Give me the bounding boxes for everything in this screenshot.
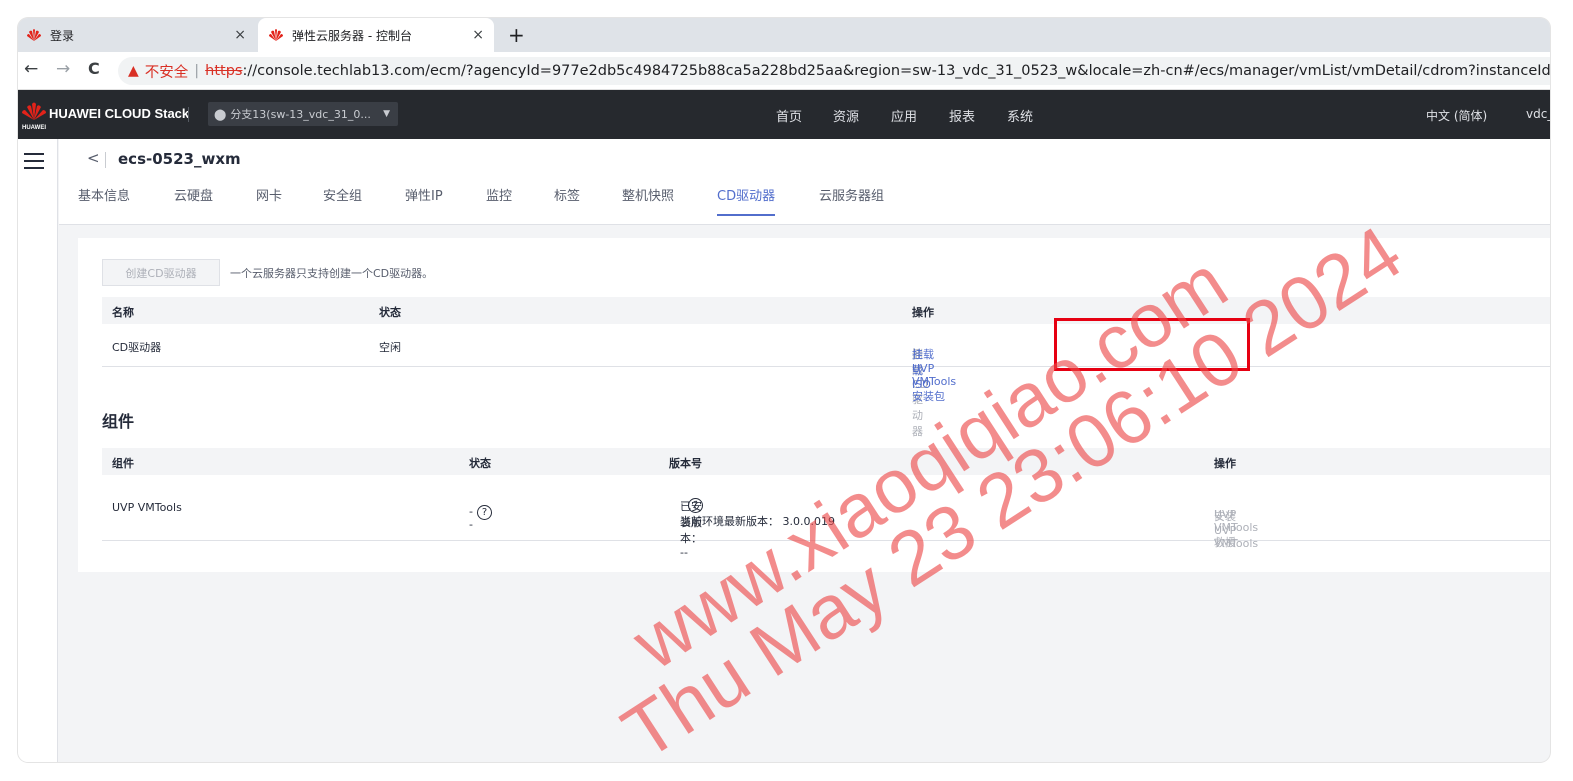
- nav-item-apps[interactable]: 应用: [891, 106, 917, 125]
- tab-eip[interactable]: 弹性IP: [405, 185, 443, 214]
- tab-security-group[interactable]: 安全组: [323, 185, 362, 214]
- back-arrow-icon[interactable]: ←: [24, 59, 38, 79]
- nav-item-resources[interactable]: 资源: [833, 106, 859, 125]
- menu-icon[interactable]: [24, 153, 44, 174]
- security-label[interactable]: 不安全: [145, 61, 189, 82]
- tab-tags[interactable]: 标签: [554, 185, 580, 214]
- back-icon[interactable]: <: [87, 149, 100, 167]
- huawei-logo-icon: HUAWEI: [22, 102, 46, 131]
- help-icon[interactable]: ?: [477, 505, 492, 520]
- new-tab-button[interactable]: +: [508, 23, 525, 47]
- cd-table-header: 名称 状态 操作: [102, 297, 1550, 324]
- column-header: 状态: [469, 457, 491, 470]
- title-divider: [105, 152, 106, 168]
- table-row: UVP VMTools -- ? 已安装版本： -- ? 当前环境最新版本： 3…: [102, 475, 1550, 559]
- huawei-logo-icon: [27, 29, 41, 41]
- column-header: 操作: [912, 306, 934, 319]
- url-text: ://console.techlab13.com/ecm/?agencyId=9…: [242, 63, 1551, 79]
- user-menu[interactable]: vdc_: [1526, 107, 1550, 121]
- tab-nic[interactable]: 网卡: [256, 185, 282, 214]
- address-bar: ← → C ▲ 不安全 | https ://console.techlab13…: [18, 52, 1550, 90]
- column-header: 名称: [112, 306, 134, 319]
- huawei-logo-icon: [269, 29, 283, 41]
- components-section-title: 组件: [102, 412, 135, 431]
- component-name: UVP VMTools: [112, 501, 182, 514]
- tab-evs-disk[interactable]: 云硬盘: [174, 185, 213, 214]
- nav-item-system[interactable]: 系统: [1007, 106, 1033, 125]
- language-selector[interactable]: 中文 (简体): [1426, 107, 1487, 124]
- reload-icon[interactable]: C: [88, 59, 100, 78]
- latest-version: 当前环境最新版本： 3.0.0.019: [680, 515, 835, 528]
- uvp-vmtools-rescue-link[interactable]: UVP VMTools救援: [1214, 508, 1258, 550]
- tab-basic-info[interactable]: 基本信息: [78, 185, 130, 214]
- forward-arrow-icon[interactable]: →: [56, 59, 70, 79]
- close-icon[interactable]: ×: [472, 27, 484, 43]
- column-header: 组件: [112, 457, 134, 470]
- logo-text: HUAWEI: [22, 125, 46, 131]
- column-header: 操作: [1214, 457, 1236, 470]
- header-divider: [188, 107, 189, 122]
- create-hint-text: 一个云服务器只支持创建一个CD驱动器。: [230, 267, 434, 280]
- brand-name[interactable]: HUAWEI CLOUD Stack: [49, 106, 189, 121]
- warning-icon: ▲: [128, 63, 139, 79]
- region-label: 分支13(sw-13_vdc_31_0...: [230, 108, 371, 121]
- region-selector[interactable]: ⬤ 分支13(sw-13_vdc_31_0... ▼: [208, 102, 398, 126]
- browser-tab-strip: 登录 × 弹性云服务器 - 控制台 × +: [18, 18, 1550, 52]
- browser-tab-console[interactable]: 弹性云服务器 - 控制台 ×: [258, 18, 494, 52]
- url-scheme: https: [205, 63, 243, 79]
- browser-tab-label: 登录: [50, 28, 75, 43]
- tab-monitoring[interactable]: 监控: [486, 185, 512, 214]
- location-pin-icon: ⬤: [214, 107, 227, 121]
- tab-cd-drive[interactable]: CD驱动器: [717, 185, 776, 216]
- tab-snapshot[interactable]: 整机快照: [622, 185, 674, 214]
- url-separator: |: [194, 63, 200, 79]
- nav-item-home[interactable]: 首页: [776, 106, 802, 125]
- create-cd-drive-button[interactable]: 创建CD驱动器: [102, 259, 220, 286]
- content-card: 创建CD驱动器 一个云服务器只支持创建一个CD驱动器。 名称 状态 操作 CD驱…: [78, 238, 1550, 572]
- chevron-down-icon: ▼: [383, 109, 390, 119]
- browser-tab-login[interactable]: 登录 ×: [26, 18, 256, 52]
- component-status: --: [469, 505, 473, 531]
- tab-server-group[interactable]: 云服务器组: [819, 185, 884, 214]
- mount-uvp-vmtools-link[interactable]: 挂载UVP VMTools安装包: [912, 346, 956, 404]
- detail-header: < ecs-0523_wxm 基本信息 云硬盘 网卡 安全组 弹性IP 监控 标…: [59, 139, 1550, 225]
- column-header: 状态: [379, 306, 401, 319]
- url-field[interactable]: ▲ 不安全 | https ://console.techlab13.com/e…: [118, 57, 1550, 85]
- table-row: CD驱动器 空闲 删除CD驱动器 | 挂载ISO | 挂载UVP VMTools…: [102, 324, 1550, 438]
- app-header: HUAWEI HUAWEI CLOUD Stack ⬤ 分支13(sw-13_v…: [18, 90, 1550, 139]
- browser-window: 登录 × 弹性云服务器 - 控制台 × + ← → C ▲ 不安全 | http…: [18, 18, 1550, 762]
- cd-name: CD驱动器: [112, 341, 162, 354]
- left-rail: [18, 139, 58, 762]
- cd-status: 空闲: [379, 341, 401, 354]
- help-icon[interactable]: ?: [688, 498, 703, 513]
- page-title: ecs-0523_wxm: [118, 150, 241, 168]
- annotation-highlight-box: [1054, 318, 1250, 371]
- nav-item-reports[interactable]: 报表: [949, 106, 975, 125]
- close-icon[interactable]: ×: [234, 27, 246, 43]
- browser-tab-label: 弹性云服务器 - 控制台: [292, 28, 412, 43]
- components-table-header: 组件 状态 版本号 操作: [102, 448, 1550, 475]
- column-header: 版本号: [669, 457, 702, 470]
